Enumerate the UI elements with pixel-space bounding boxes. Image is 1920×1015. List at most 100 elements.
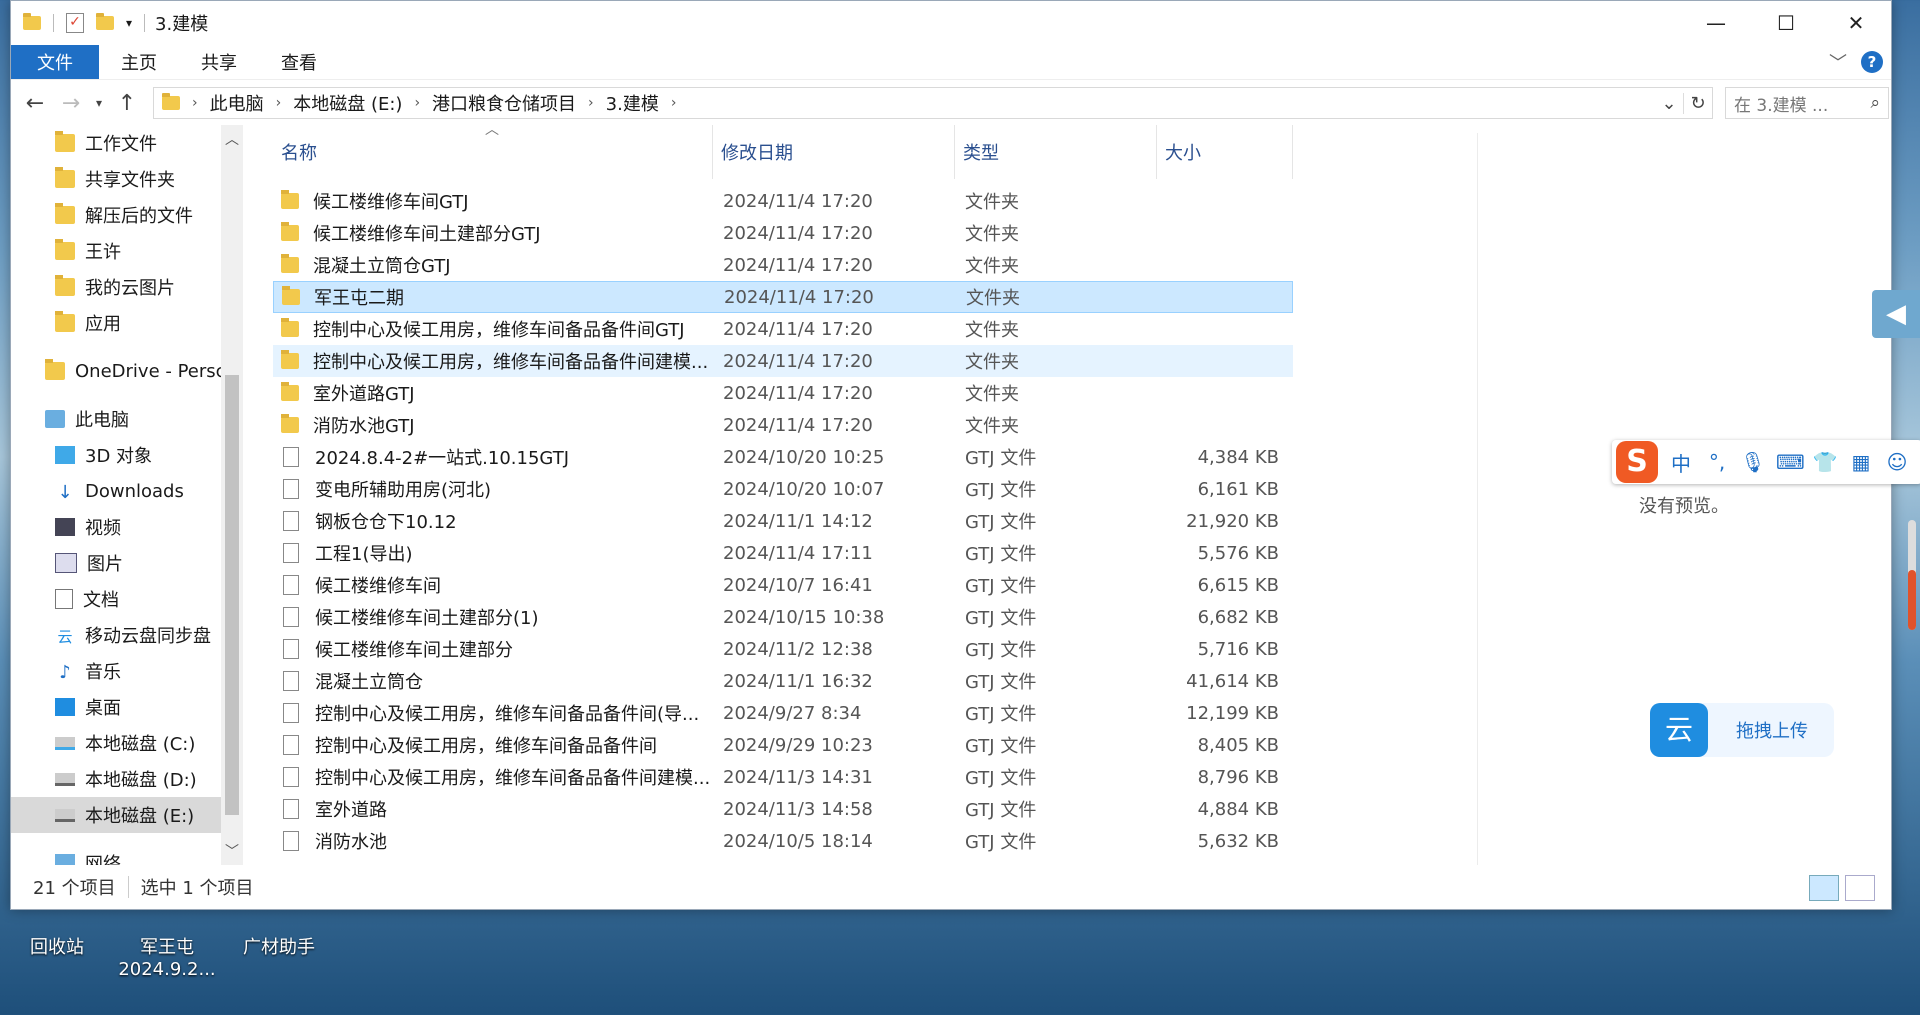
scrollbar-thumb[interactable]	[225, 375, 239, 815]
sidebar-item-this-pc[interactable]: 此电脑	[11, 401, 221, 437]
ime-punctuation-toggle[interactable]: °,	[1704, 450, 1730, 474]
file-row[interactable]: 2024.8.4-2#一站式.10.15GTJ 2024/10/20 10:25 G…	[273, 441, 1293, 473]
sidebar-item[interactable]: 本地磁盘 (C:)	[11, 725, 221, 761]
desktop-icon-guangcai[interactable]: 广材助手	[224, 905, 334, 959]
help-icon[interactable]: ?	[1861, 51, 1883, 73]
minimize-button[interactable]: —	[1681, 1, 1751, 45]
tab-view[interactable]: 查看	[259, 45, 339, 79]
sidebar-item[interactable]: 3D 对象	[11, 437, 221, 473]
chevron-right-icon[interactable]: ›	[192, 95, 198, 111]
refresh-icon[interactable]: ↻	[1683, 92, 1712, 114]
file-row[interactable]: 钢板仓仓下10.12 2024/11/1 14:12 GTJ 文件 21,920 KB	[273, 505, 1293, 537]
search-input[interactable]: 在 3.建模 ... ⌕	[1725, 87, 1889, 119]
file-row[interactable]: 控制中心及候工用房，维修车间备品备件间建模... 2024/11/4 17:20 文…	[273, 345, 1293, 377]
forward-button[interactable]: →	[53, 91, 89, 116]
sidebar-item-onedrive[interactable]: OneDrive - Persc	[11, 353, 221, 389]
file-row[interactable]: 室外道路 2024/11/3 14:58 GTJ 文件 4,884 KB	[273, 793, 1293, 825]
details-view-button[interactable]	[1809, 875, 1839, 901]
large-icons-view-button[interactable]	[1845, 875, 1875, 901]
sidebar-item[interactable]: 视频	[11, 509, 221, 545]
file-type: GTJ 文件	[965, 704, 1037, 725]
file-name: 混凝土立筒仓	[315, 672, 423, 693]
side-panel-tab-icon[interactable]: ◀	[1872, 290, 1920, 338]
skin-icon[interactable]: 👕	[1812, 450, 1838, 474]
file-row[interactable]: 混凝土立筒仓GTJ 2024/11/4 17:20 文件夹	[273, 249, 1293, 281]
desktop-icon-junwangtun[interactable]: 军王屯 2024.9.2...	[112, 905, 222, 981]
new-folder-icon[interactable]	[96, 13, 114, 30]
sidebar-item-drive-e[interactable]: 本地磁盘 (E:)	[11, 797, 221, 833]
column-size[interactable]: 大小	[1157, 125, 1293, 179]
file-row[interactable]: 候工楼维修车间土建部分 2024/11/2 12:38 GTJ 文件 5,716 KB	[273, 633, 1293, 665]
file-type: 文件夹	[965, 352, 1019, 373]
file-icon	[283, 671, 299, 691]
sidebar-item[interactable]: 共享文件夹	[11, 161, 221, 197]
file-row[interactable]: 控制中心及候工用房，维修车间备品备件间GTJ 2024/11/4 17:20 文件夹	[273, 313, 1293, 345]
toolbox-icon[interactable]: ▦	[1848, 450, 1874, 474]
file-row[interactable]: 室外道路GTJ 2024/11/4 17:20 文件夹	[273, 377, 1293, 409]
desktop-icon-recycle-bin[interactable]: 回收站	[2, 905, 112, 959]
breadcrumb-this-pc[interactable]: 此电脑 ›	[210, 90, 294, 116]
expand-ribbon-icon[interactable]: ﹀	[1829, 49, 1847, 75]
tab-home[interactable]: 主页	[99, 45, 179, 79]
column-date[interactable]: 修改日期	[713, 125, 955, 179]
sidebar-item-network[interactable]: 网络	[11, 845, 221, 865]
file-row[interactable]: 变电所辅助用房(河北) 2024/10/20 10:07 GTJ 文件 6,161 K…	[273, 473, 1293, 505]
scroll-up-icon[interactable]: ︿	[221, 129, 243, 149]
properties-icon[interactable]: ✓	[66, 13, 84, 33]
sidebar-item[interactable]: 王许	[11, 233, 221, 269]
breadcrumb-drive-e[interactable]: 本地磁盘 (E:) ›	[293, 90, 432, 116]
tab-share[interactable]: 共享	[179, 45, 259, 79]
up-button[interactable]: ↑	[109, 91, 145, 116]
file-row[interactable]: 军王屯二期 2024/11/4 17:20 文件夹	[273, 281, 1293, 313]
file-type: 文件夹	[965, 224, 1019, 245]
sidebar-item[interactable]: ↓ Downloads	[11, 473, 221, 509]
chevron-right-icon[interactable]: ›	[588, 95, 594, 111]
address-dropdown-icon[interactable]: ⌄	[1655, 93, 1683, 114]
file-row[interactable]: 控制中心及候工用房，维修车间备品备件间(导... 2024/9/27 8:34 GT…	[273, 697, 1293, 729]
maximize-button[interactable]: ☐	[1751, 1, 1821, 45]
sidebar-scrollbar[interactable]: ︿ ﹀	[221, 125, 243, 865]
file-date: 2024/11/4 17:20	[723, 222, 873, 244]
sidebar-item[interactable]: 桌面	[11, 689, 221, 725]
back-button[interactable]: ←	[17, 91, 53, 116]
file-row[interactable]: 候工楼维修车间 2024/10/7 16:41 GTJ 文件 6,615 KB	[273, 569, 1293, 601]
file-row[interactable]: 消防水池GTJ 2024/11/4 17:20 文件夹	[273, 409, 1293, 441]
recent-locations-icon[interactable]: ▾	[89, 96, 109, 110]
scroll-down-icon[interactable]: ﹀	[221, 841, 243, 861]
download-icon: ↓	[57, 482, 73, 503]
sidebar-item[interactable]: 文档	[11, 581, 221, 617]
breadcrumb-project[interactable]: 港口粮食仓储项目 ›	[432, 90, 606, 116]
sidebar-item[interactable]: 图片	[11, 545, 221, 581]
sidebar-item[interactable]: 本地磁盘 (D:)	[11, 761, 221, 797]
file-row[interactable]: 混凝土立筒仓 2024/11/1 16:32 GTJ 文件 41,614 KB	[273, 665, 1293, 697]
tab-file[interactable]: 文件	[11, 45, 99, 79]
breadcrumb-current[interactable]: 3.建模 ›	[606, 90, 689, 116]
sidebar-item[interactable]: 解压后的文件	[11, 197, 221, 233]
address-bar[interactable]: › 此电脑 › 本地磁盘 (E:) › 港口粮食仓储项目 › 3.建模 › ⌄ ↻	[153, 87, 1713, 119]
file-row[interactable]: 工程1(导出) 2024/11/4 17:11 GTJ 文件 5,576 KB	[273, 537, 1293, 569]
column-type[interactable]: 类型	[955, 125, 1157, 179]
keyboard-icon[interactable]: ⌨	[1776, 450, 1805, 474]
chevron-right-icon[interactable]: ›	[671, 95, 677, 111]
ime-mode-toggle[interactable]: 中	[1668, 448, 1694, 477]
sidebar-item[interactable]: 工作文件	[11, 125, 221, 161]
file-row[interactable]: 控制中心及候工用房，维修车间备品备件间建模... 2024/11/3 14:31 G…	[273, 761, 1293, 793]
chevron-right-icon[interactable]: ›	[276, 95, 282, 111]
sidebar-item[interactable]: 我的云图片	[11, 269, 221, 305]
sidebar-item[interactable]: 云移动云盘同步盘	[11, 617, 221, 653]
file-row[interactable]: 候工楼维修车间土建部分GTJ 2024/11/4 17:20 文件夹	[273, 217, 1293, 249]
chevron-right-icon[interactable]: ›	[414, 95, 420, 111]
file-row[interactable]: 消防水池 2024/10/5 18:14 GTJ 文件 5,632 KB	[273, 825, 1293, 857]
file-row[interactable]: 控制中心及候工用房，维修车间备品备件间 2024/9/29 10:23 GTJ 文件…	[273, 729, 1293, 761]
file-type: GTJ 文件	[965, 736, 1037, 757]
upload-widget[interactable]: 云 拖拽上传	[1650, 703, 1834, 757]
microphone-icon[interactable]: 🎙	[1740, 450, 1766, 474]
file-row[interactable]: 候工楼维修车间土建部分(1) 2024/10/15 10:38 GTJ 文件 6,68…	[273, 601, 1293, 633]
avatar[interactable]: ☺	[1884, 450, 1910, 474]
close-button[interactable]: ✕	[1821, 1, 1891, 45]
file-row[interactable]: 候工楼维修车间GTJ 2024/11/4 17:20 文件夹	[273, 185, 1293, 217]
sidebar-item[interactable]: 应用	[11, 305, 221, 341]
sogou-logo-icon[interactable]: S	[1616, 441, 1658, 483]
quick-access-dropdown-icon[interactable]: ▾	[126, 16, 132, 30]
sidebar-item[interactable]: ♪ 音乐	[11, 653, 221, 689]
